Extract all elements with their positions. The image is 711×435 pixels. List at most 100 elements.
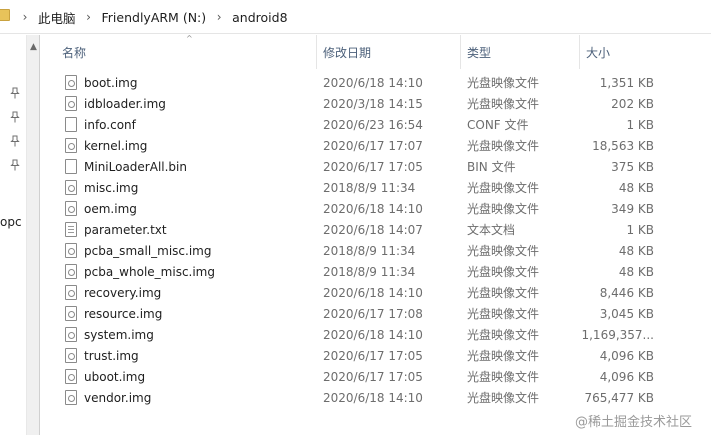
file-row[interactable]: recovery.img 2020/6/18 14:10 光盘映像文件 8,446 K… (40, 282, 711, 303)
file-size: 18,563 KB (592, 139, 654, 153)
file-icon (65, 369, 77, 384)
file-name: boot.img (84, 76, 138, 90)
file-row[interactable]: system.img 2020/6/18 14:10 光盘映像文件 1,169,357… (40, 324, 711, 345)
breadcrumb-item-folder[interactable]: android8 (226, 10, 293, 25)
file-row[interactable]: kernel.img 2020/6/17 17:07 光盘映像文件 18,563 KB (40, 135, 711, 156)
pin-icon[interactable] (10, 135, 20, 147)
file-row[interactable]: pcba_small_misc.img 2018/8/9 11:34 光盘映像文件 4… (40, 240, 711, 261)
pin-icon[interactable] (10, 159, 20, 171)
file-date: 2020/6/17 17:05 (323, 160, 423, 174)
file-icon (65, 390, 77, 405)
file-icon (65, 96, 77, 111)
folder-icon (0, 9, 10, 21)
file-size: 4,096 KB (599, 349, 654, 363)
file-type: 光盘映像文件 (467, 391, 540, 405)
file-size: 1,351 KB (599, 76, 654, 90)
file-icon (65, 159, 77, 174)
file-icon (65, 348, 77, 363)
file-row[interactable]: idbloader.img 2020/3/18 14:15 光盘映像文件 202 KB (40, 93, 711, 114)
breadcrumb-item-this-pc[interactable]: 此电脑 (32, 8, 82, 27)
file-size: 765,477 KB (584, 391, 654, 405)
column-header-size[interactable]: 大小 (580, 35, 660, 69)
file-size: 48 KB (618, 181, 654, 195)
file-icon (65, 222, 77, 237)
file-type: 文本文档 (467, 223, 516, 237)
pin-icon[interactable] (10, 87, 20, 99)
file-row[interactable]: misc.img 2018/8/9 11:34 光盘映像文件 48 KB (40, 177, 711, 198)
file-row[interactable]: resource.img 2020/6/17 17:08 光盘映像文件 3,045 K… (40, 303, 711, 324)
file-name: system.img (84, 328, 154, 342)
column-header-name[interactable]: 名称 (56, 35, 317, 69)
file-size: 375 KB (611, 160, 654, 174)
file-size: 48 KB (618, 265, 654, 279)
chevron-right-icon[interactable]: › (18, 0, 32, 34)
file-icon (65, 243, 77, 258)
file-type: 光盘映像文件 (467, 265, 540, 279)
chevron-right-icon[interactable]: › (212, 0, 226, 34)
file-name: pcba_small_misc.img (84, 244, 212, 258)
file-date: 2020/6/18 14:10 (323, 328, 423, 342)
nav-scrollbar[interactable]: ▲ (26, 35, 40, 435)
nav-item-label[interactable]: opc (0, 215, 22, 229)
file-icon (65, 180, 77, 195)
file-name: recovery.img (84, 286, 162, 300)
breadcrumb-item-drive[interactable]: FriendlyARM (N:) (96, 10, 213, 25)
file-size: 1 KB (626, 223, 654, 237)
file-type: 光盘映像文件 (467, 307, 540, 321)
file-icon (65, 306, 77, 321)
column-header-row: ^ 名称 修改日期 类型 大小 (40, 35, 711, 69)
file-name: MiniLoaderAll.bin (84, 160, 187, 174)
file-type: 光盘映像文件 (467, 202, 540, 216)
file-type: 光盘映像文件 (467, 328, 540, 342)
file-name: vendor.img (84, 391, 152, 405)
address-bar[interactable]: › 此电脑 › FriendlyARM (N:) › android8 (0, 0, 711, 34)
file-list: boot.img 2020/6/18 14:10 光盘映像文件 1,351 KB idb… (40, 72, 711, 408)
file-type: 光盘映像文件 (467, 370, 540, 384)
navigation-pane: opc (0, 35, 26, 435)
file-row[interactable]: trust.img 2020/6/17 17:05 光盘映像文件 4,096 KB (40, 345, 711, 366)
file-size: 3,045 KB (599, 307, 654, 321)
file-icon (65, 285, 77, 300)
column-header-date[interactable]: 修改日期 (317, 35, 461, 69)
file-icon (65, 327, 77, 342)
file-type: BIN 文件 (467, 160, 516, 174)
watermark: @稀土掘金技术社区 (571, 409, 697, 432)
file-size: 1,169,357... (581, 328, 654, 342)
file-type: 光盘映像文件 (467, 286, 540, 300)
file-name: trust.img (84, 349, 139, 363)
file-row[interactable]: uboot.img 2020/6/17 17:05 光盘映像文件 4,096 KB (40, 366, 711, 387)
file-type: 光盘映像文件 (467, 349, 540, 363)
file-date: 2020/3/18 14:15 (323, 97, 423, 111)
file-size: 1 KB (626, 118, 654, 132)
file-type: 光盘映像文件 (467, 181, 540, 195)
file-row[interactable]: MiniLoaderAll.bin 2020/6/17 17:05 BIN 文件 37… (40, 156, 711, 177)
chevron-right-icon[interactable]: › (82, 0, 96, 34)
file-icon (65, 264, 77, 279)
file-date: 2020/6/17 17:05 (323, 349, 423, 363)
file-name: info.conf (84, 118, 136, 132)
file-icon (65, 75, 77, 90)
file-type: 光盘映像文件 (467, 97, 540, 111)
file-name: uboot.img (84, 370, 146, 384)
file-date: 2020/6/18 14:10 (323, 391, 423, 405)
pin-icon[interactable] (10, 111, 20, 123)
file-date: 2020/6/18 14:10 (323, 286, 423, 300)
file-date: 2020/6/18 14:10 (323, 202, 423, 216)
file-row[interactable]: oem.img 2020/6/18 14:10 光盘映像文件 349 KB (40, 198, 711, 219)
file-size: 48 KB (618, 244, 654, 258)
file-date: 2020/6/18 14:10 (323, 76, 423, 90)
file-type: 光盘映像文件 (467, 244, 540, 258)
file-date: 2020/6/17 17:05 (323, 370, 423, 384)
column-header-type[interactable]: 类型 (461, 35, 580, 69)
file-row[interactable]: vendor.img 2020/6/18 14:10 光盘映像文件 765,477 K… (40, 387, 711, 408)
file-row[interactable]: parameter.txt 2020/6/18 14:07 文本文档 1 KB (40, 219, 711, 240)
file-icon (65, 201, 77, 216)
file-row[interactable]: boot.img 2020/6/18 14:10 光盘映像文件 1,351 KB (40, 72, 711, 93)
file-row[interactable]: info.conf 2020/6/23 16:54 CONF 文件 1 KB (40, 114, 711, 135)
file-date: 2018/8/9 11:34 (323, 244, 416, 258)
scroll-up-arrow-icon[interactable]: ▲ (27, 41, 40, 53)
file-date: 2020/6/23 16:54 (323, 118, 423, 132)
file-row[interactable]: pcba_whole_misc.img 2018/8/9 11:34 光盘映像文件 4… (40, 261, 711, 282)
file-type: CONF 文件 (467, 118, 529, 132)
file-size: 4,096 KB (599, 370, 654, 384)
